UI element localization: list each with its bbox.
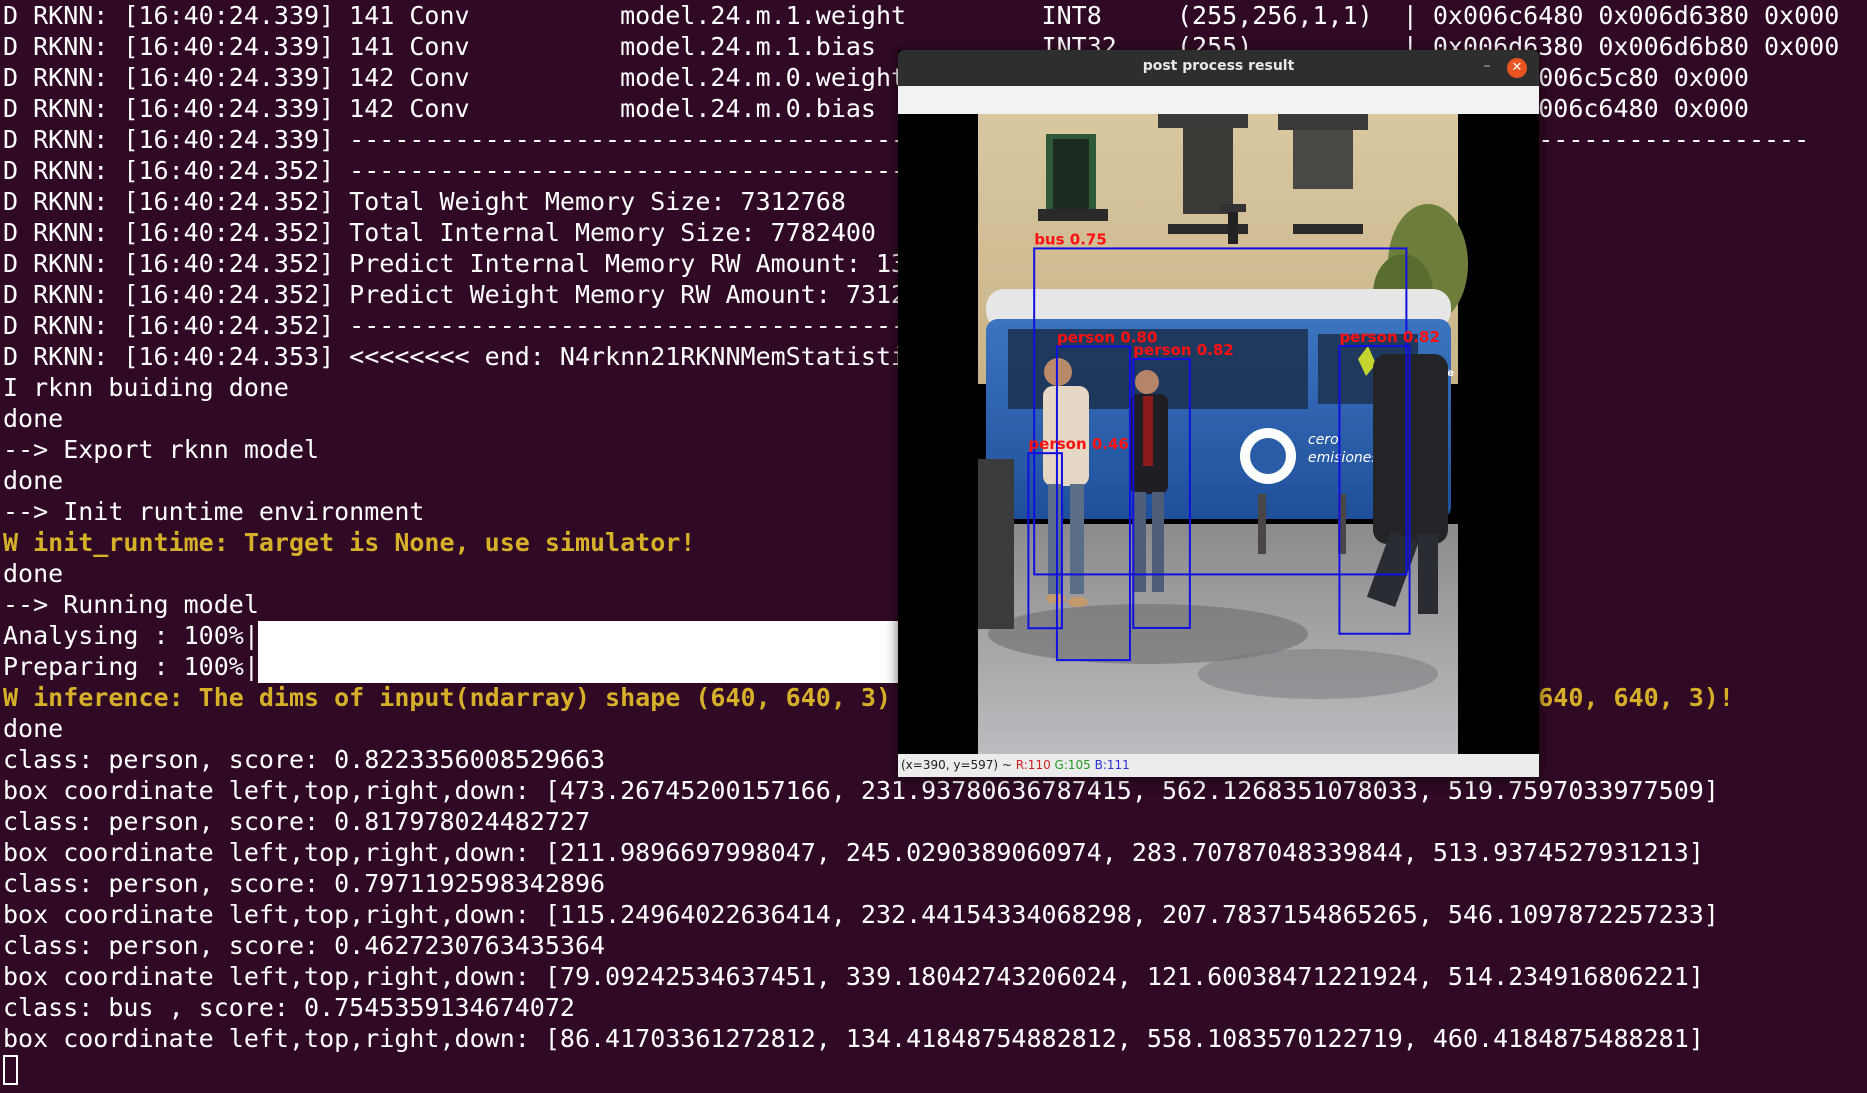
terminal-line: box coordinate left,top,right,down: [79.… [3,962,1704,991]
image-canvas[interactable]: cero emisiones eléctricoEMTe [898,114,1539,754]
terminal-line: --> Running model [3,590,259,619]
terminal-line: D RKNN: [16:40:24.352] Total Internal Me… [3,218,876,247]
terminal-line: --> Init runtime environment [3,497,425,526]
terminal-line: box coordinate left,top,right,down: [473… [3,776,1719,805]
terminal-line: class: person, score: 0.8223356008529663 [3,745,606,774]
status-g-value: G:105 [1054,758,1091,772]
detection-label: person 0.82 [1133,341,1233,359]
status-coords: (x=390, y=597) ~ [901,758,1016,772]
detection-label: person 0.82 [1339,328,1439,346]
window-titlebar[interactable]: post process result – ✕ [898,50,1539,86]
detection-label: person 0.46 [1028,435,1128,453]
status-b-value: B:111 [1094,758,1130,772]
svg-text:cero: cero [1308,432,1339,448]
terminal-line: class: bus , score: 0.7545359134674072 [3,993,575,1022]
window-toolbar [898,86,1539,114]
terminal-line: I rknn buiding done [3,373,289,402]
detection-image: cero emisiones eléctricoEMTe [898,114,1539,754]
status-bar: (x=390, y=597) ~ R:110 G:105 B:111 [898,754,1539,777]
terminal-line: D RKNN: [16:40:24.352] -----------------… [3,156,937,185]
progress-bar [258,652,898,683]
svg-text:emisiones: emisiones [1308,450,1379,466]
terminal-line: D RKNN: [16:40:24.339] 141 Conv model.24… [3,1,1840,30]
terminal-line: D RKNN: [16:40:24.352] Predict Weight Me… [3,280,907,309]
detection-label: bus 0.75 [1034,230,1107,248]
terminal-line: box coordinate left,top,right,down: [86.… [3,1024,1704,1053]
terminal-line: class: person, score: 0.7971192598342896 [3,869,606,898]
terminal-line: --> Export rknn model [3,435,320,464]
post-process-result-window[interactable]: post process result – ✕ cero emisiones b… [898,50,1539,777]
terminal-line: D RKNN: [16:40:24.353] <<<<<<<< end: N4r… [3,342,907,371]
progress-bar [258,621,898,652]
terminal-line: done [3,714,64,743]
terminal-line: W init_runtime: Target is None, use simu… [3,528,696,557]
terminal-line: class: person, score: 0.817978024482727 [3,807,590,836]
terminal-line: class: person, score: 0.4627230763435364 [3,931,606,960]
terminal-line: Preparing : 100%| [3,652,259,681]
terminal-line: box coordinate left,top,right,down: [115… [3,900,1719,929]
terminal-line: Analysing : 100%| [3,621,259,650]
terminal-line: done [3,404,64,433]
terminal-line: D RKNN: [16:40:24.352] -----------------… [3,311,937,340]
photo: cero emisiones eléctricoEMTe [898,114,1539,754]
terminal-line: D RKNN: [16:40:24.352] Predict Internal … [3,249,907,278]
terminal-line: box coordinate left,top,right,down: [211… [3,838,1704,867]
terminal-line: done [3,466,64,495]
terminal-line: D RKNN: [16:40:24.352] Total Weight Memo… [3,187,846,216]
terminal-cursor [3,1055,18,1085]
close-button[interactable]: ✕ [1507,58,1527,78]
terminal-line: done [3,559,64,588]
minimize-button[interactable]: – [1476,56,1498,78]
window-title: post process result [1142,58,1295,74]
status-r-value: R:110 [1015,758,1051,772]
